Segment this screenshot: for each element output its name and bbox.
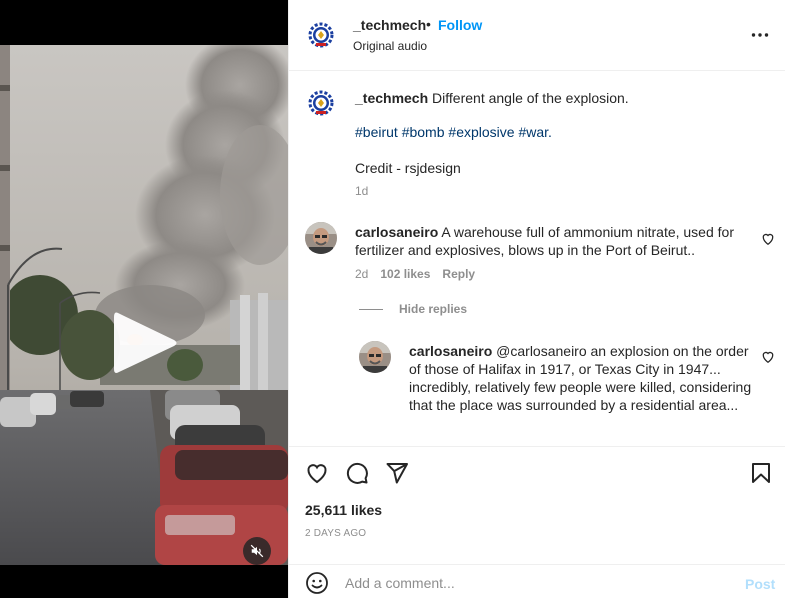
user-photo — [305, 222, 337, 254]
heart-icon — [762, 351, 774, 364]
comment-icon — [346, 462, 368, 484]
comment-button[interactable] — [345, 461, 369, 485]
emoji-button[interactable] — [305, 571, 329, 595]
comment-input[interactable] — [345, 571, 725, 595]
caption-text: Different angle of the explosion. — [432, 90, 629, 106]
like-button[interactable] — [305, 461, 329, 485]
comments-list[interactable]: _techmech Different angle of the explosi… — [289, 72, 785, 446]
comment-timestamp[interactable]: 2d — [355, 267, 368, 281]
reply-text-line: carlosaneiro @carlosaneiro an explosion … — [409, 342, 754, 414]
divider-line — [359, 308, 383, 310]
comment-text-line: carlosaneiro A warehouse full of ammoniu… — [355, 223, 750, 259]
gear-logo-icon — [306, 20, 336, 50]
reply-avatar[interactable] — [359, 341, 391, 373]
heart-icon — [762, 233, 774, 246]
hide-replies-button[interactable]: Hide replies — [359, 302, 467, 316]
reply-button[interactable]: Reply — [442, 267, 475, 281]
hashtag-link[interactable]: #beirut — [355, 124, 398, 140]
comment-likes[interactable]: 102 likes — [380, 267, 430, 281]
post-date[interactable]: 2 DAYS AGO — [305, 528, 366, 539]
media-area — [0, 0, 288, 598]
smiley-icon — [306, 572, 328, 594]
post-header: _techmech • Follow Original audio — [289, 0, 785, 71]
caption-avatar[interactable] — [305, 87, 337, 119]
caption-text-line: _techmech Different angle of the explosi… — [355, 89, 765, 107]
hashtag-link[interactable]: #bomb — [402, 124, 445, 140]
comment-meta: 2d 102 likes Reply — [355, 267, 475, 281]
save-button[interactable] — [749, 461, 773, 485]
audio-label[interactable]: Original audio — [353, 39, 427, 53]
commenter-avatar[interactable] — [305, 222, 337, 254]
more-options-button[interactable] — [748, 25, 772, 45]
caption-timestamp[interactable]: 1d — [355, 184, 368, 198]
separator-dot: • — [426, 16, 431, 32]
play-icon — [114, 312, 177, 373]
comment-username[interactable]: carlosaneiro — [355, 224, 438, 240]
hide-replies-label: Hide replies — [399, 302, 468, 316]
volume-off-icon — [250, 544, 264, 558]
share-button[interactable] — [385, 461, 409, 485]
caption-hashtags: #beirut #bomb #explosive #war. — [355, 124, 552, 140]
post-author-username[interactable]: _techmech — [353, 17, 426, 33]
post-dialog: _techmech • Follow Original audio _techm… — [0, 0, 785, 598]
hashtag-link[interactable]: #war. — [518, 124, 551, 140]
post-comment-button[interactable]: Post — [745, 576, 775, 592]
more-horizontal-icon — [751, 33, 769, 37]
send-icon — [386, 463, 408, 484]
play-button[interactable] — [104, 303, 184, 383]
video-player[interactable] — [0, 45, 288, 565]
bookmark-icon — [752, 463, 770, 483]
gear-logo-icon — [306, 88, 336, 118]
likes-count[interactable]: 25,611 likes — [305, 502, 382, 518]
caption-credit: Credit - rsjdesign — [355, 160, 461, 176]
caption-username[interactable]: _techmech — [355, 90, 428, 106]
mute-button[interactable] — [243, 537, 271, 565]
hashtag-link[interactable]: #explosive — [448, 124, 514, 140]
comment-bar: Post — [289, 564, 785, 598]
reply-like-button[interactable] — [761, 350, 775, 364]
user-photo — [359, 341, 391, 373]
profile-avatar[interactable] — [305, 19, 337, 51]
post-panel: _techmech • Follow Original audio _techm… — [288, 0, 785, 598]
action-bar: 25,611 likes 2 DAYS AGO — [289, 446, 785, 552]
reply-username[interactable]: carlosaneiro — [409, 343, 492, 359]
comment-like-button[interactable] — [761, 232, 775, 246]
heart-icon — [307, 464, 327, 484]
follow-button[interactable]: Follow — [438, 17, 482, 33]
